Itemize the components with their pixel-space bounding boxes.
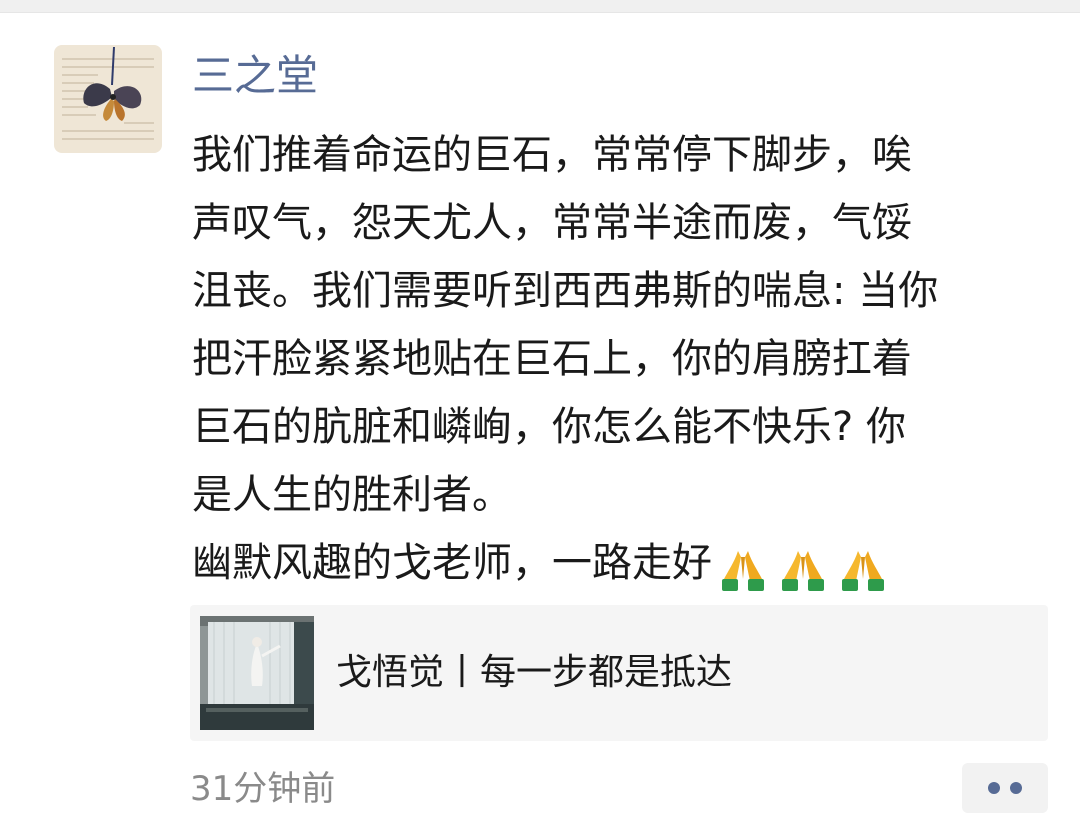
more-dots-icon [988,782,1000,794]
more-dots-icon [1010,782,1022,794]
author-name[interactable]: 三之堂 [192,50,318,102]
folded-hands-emoji-icon [716,545,770,593]
book-with-butterfly-avatar-icon [54,45,162,153]
post-timestamp: 31分钟前 [190,769,336,809]
dancer-by-window-thumbnail-icon [200,616,314,730]
more-actions-button[interactable] [962,763,1048,813]
moments-post: 三之堂 我们推着命运的巨石，常常停下脚步，唉 声叹气，怨天尤人，常常半途而废，气… [0,12,1080,834]
post-text-paragraph-2: 幽默风趣的戈老师，一路走好 [192,529,1052,601]
article-title: 戈悟觉丨每一步都是抵达 [336,652,733,693]
folded-hands-emoji-icon [836,545,890,593]
shared-article-card[interactable]: 戈悟觉丨每一步都是抵达 [190,605,1048,741]
post-text-farewell: 幽默风趣的戈老师，一路走好 [192,540,712,586]
article-thumbnail [200,616,314,730]
post-text-paragraph-1: 我们推着命运的巨石，常常停下脚步，唉 声叹气，怨天尤人，常常半途而废，气馁 沮丧… [192,132,939,518]
folded-hands-emoji-icon [776,545,830,593]
emoji-row [716,533,896,601]
author-avatar[interactable] [54,45,162,153]
post-content: 我们推着命运的巨石，常常停下脚步，唉 声叹气，怨天尤人，常常半途而废，气馁 沮丧… [192,121,1052,601]
